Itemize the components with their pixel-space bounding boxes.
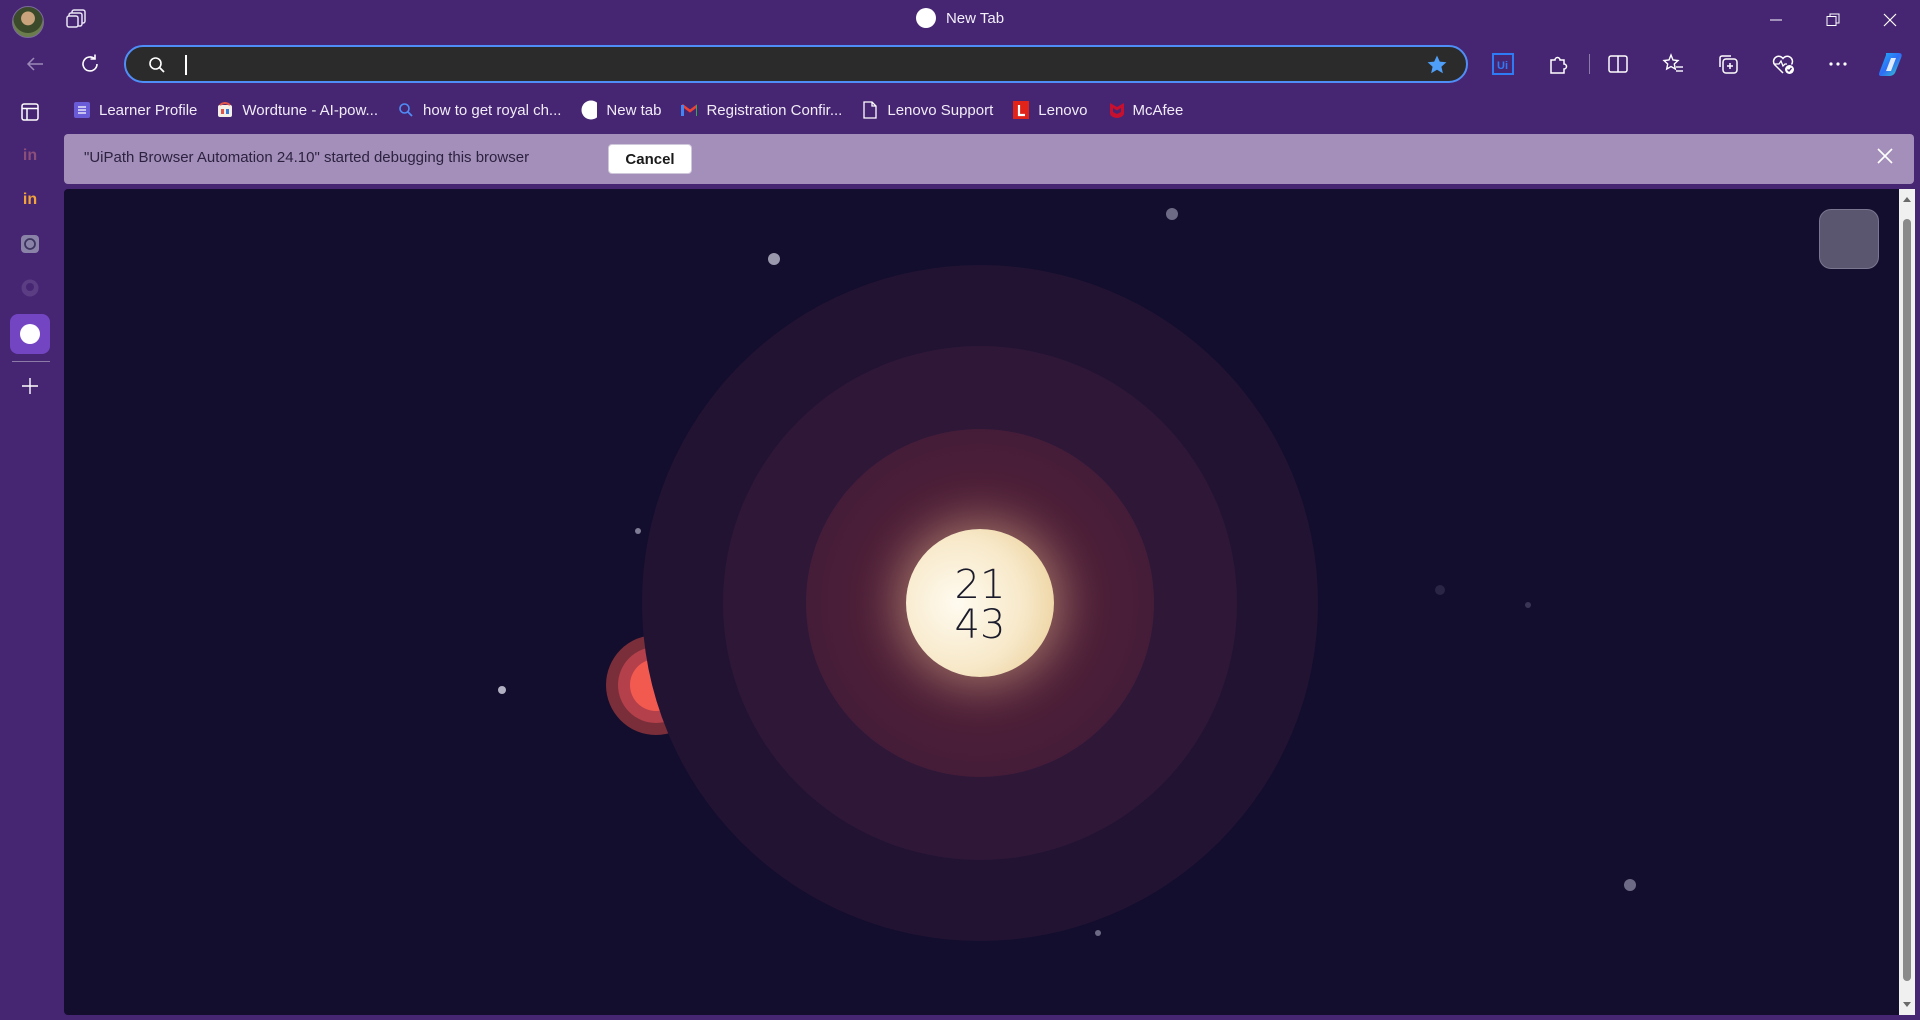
sidebar-divider <box>12 361 50 362</box>
close-icon <box>1883 13 1897 27</box>
favorites-list-icon <box>1662 53 1683 72</box>
heart-pulse-icon <box>1772 55 1794 74</box>
star-dot <box>768 253 780 265</box>
scrollbar-thumb[interactable] <box>1903 219 1911 981</box>
infobar-message: "UiPath Browser Automation 24.10" starte… <box>84 149 530 166</box>
favorite-item[interactable]: New tab <box>571 96 671 124</box>
favorite-item[interactable]: Lenovo Support <box>852 96 1003 124</box>
scroll-down-icon[interactable] <box>1902 1001 1912 1009</box>
cancel-button[interactable]: Cancel <box>608 144 692 174</box>
app-logo-icon: in <box>22 147 38 164</box>
wordtune-icon <box>217 102 233 118</box>
page-icon <box>862 101 878 119</box>
address-input[interactable] <box>182 51 1336 79</box>
star-dot <box>498 686 506 694</box>
chatgpt-icon <box>21 235 39 253</box>
favorite-star-icon[interactable] <box>1426 54 1448 81</box>
sidebar-tab-actions-button[interactable] <box>10 92 50 132</box>
title-bar: New Tab <box>0 0 1920 40</box>
lenovo-icon <box>1013 101 1030 119</box>
refresh-button[interactable] <box>72 46 108 82</box>
star-dot <box>1435 585 1445 595</box>
favorite-label: Registration Confir... <box>706 101 843 119</box>
restore-icon <box>1826 13 1840 26</box>
search-icon <box>148 56 166 79</box>
favorite-item[interactable]: how to get royal ch... <box>388 96 571 124</box>
close-icon <box>1877 148 1893 164</box>
tab-favicon-icon <box>915 7 936 28</box>
more-horizontal-icon <box>1829 62 1847 66</box>
favorites-button[interactable] <box>1655 46 1691 82</box>
star-dot <box>1525 602 1531 608</box>
favorite-label: McAfee <box>1132 101 1184 119</box>
minimize-button[interactable] <box>1748 0 1804 40</box>
vertical-scrollbar[interactable] <box>1899 189 1915 1015</box>
window-title-text: New Tab <box>945 10 1005 27</box>
back-button[interactable] <box>17 46 53 82</box>
sidebar-app-chatgpt[interactable] <box>10 224 50 264</box>
infobar-close-button[interactable] <box>1876 147 1894 170</box>
favorites-bar: Learner Profile Wordtune - AI-pow... how t… <box>64 96 1193 124</box>
circle-icon <box>581 100 598 120</box>
sidebar-app-new-tab[interactable] <box>10 314 50 354</box>
favorite-item[interactable]: Registration Confir... <box>671 96 852 124</box>
toolbar-divider <box>1589 54 1590 74</box>
favorite-item[interactable]: Lenovo <box>1003 96 1097 124</box>
favorite-label: Lenovo <box>1038 101 1088 119</box>
uipath-icon: Ui <box>1492 53 1514 75</box>
copilot-button[interactable] <box>1874 46 1910 82</box>
copilot-icon <box>1879 53 1902 76</box>
page-settings-button[interactable] <box>1819 209 1879 269</box>
arrow-left-icon <box>26 57 43 71</box>
tab-actions-icon <box>21 103 39 121</box>
favorite-item[interactable]: Wordtune - AI-pow... <box>207 96 388 124</box>
minimize-icon <box>1770 19 1782 21</box>
clock-sun: 21 43 <box>906 529 1054 677</box>
text-cursor <box>185 55 187 75</box>
split-screen-button[interactable] <box>1600 46 1636 82</box>
github-icon <box>21 279 39 297</box>
extensions-button[interactable] <box>1540 46 1576 82</box>
uipath-extension-button[interactable]: Ui <box>1485 46 1521 82</box>
split-screen-icon <box>1608 55 1628 73</box>
more-menu-button[interactable] <box>1820 46 1856 82</box>
search-icon <box>398 102 414 118</box>
sidebar-app-2[interactable]: in <box>10 180 50 220</box>
favorite-label: New tab <box>606 101 662 119</box>
puzzle-icon <box>1550 56 1568 74</box>
clock-hours: 21 <box>954 562 1006 608</box>
sidebar-add-button[interactable] <box>10 366 50 406</box>
star-dot <box>1166 208 1178 220</box>
close-window-button[interactable] <box>1862 0 1918 40</box>
favorite-label: Learner Profile <box>99 101 198 119</box>
browser-essentials-button[interactable] <box>1765 46 1801 82</box>
favorite-item[interactable]: McAfee <box>1098 96 1194 124</box>
favorite-label: Wordtune - AI-pow... <box>242 101 379 119</box>
list-icon <box>74 102 90 118</box>
plus-icon <box>22 378 38 394</box>
star-dot <box>1624 879 1636 891</box>
mcafee-icon <box>1108 102 1124 118</box>
window-title: New Tab <box>0 7 1920 28</box>
debugging-infobar: "UiPath Browser Automation 24.10" starte… <box>64 134 1914 184</box>
star-dot <box>635 528 641 534</box>
refresh-icon <box>82 54 98 72</box>
collections-button[interactable] <box>1710 46 1746 82</box>
address-bar[interactable] <box>124 45 1468 83</box>
new-tab-page: 21 43 <box>64 189 1899 1015</box>
svg-text:Ui: Ui <box>1497 60 1508 72</box>
scroll-up-icon[interactable] <box>1902 195 1912 203</box>
restore-button[interactable] <box>1805 0 1861 40</box>
sidebar-app-1[interactable]: in <box>10 136 50 176</box>
favorite-item[interactable]: Learner Profile <box>64 96 207 124</box>
favorite-label: how to get royal ch... <box>423 101 562 119</box>
star-dot <box>1095 930 1101 936</box>
circle-icon <box>20 324 40 344</box>
gmail-icon <box>681 102 698 118</box>
sidebar-app-github[interactable] <box>10 268 50 308</box>
collections-icon <box>1719 55 1738 74</box>
app-logo-icon: in <box>22 191 38 208</box>
favorite-label: Lenovo Support <box>887 101 994 119</box>
clock-minutes: 43 <box>954 602 1006 648</box>
